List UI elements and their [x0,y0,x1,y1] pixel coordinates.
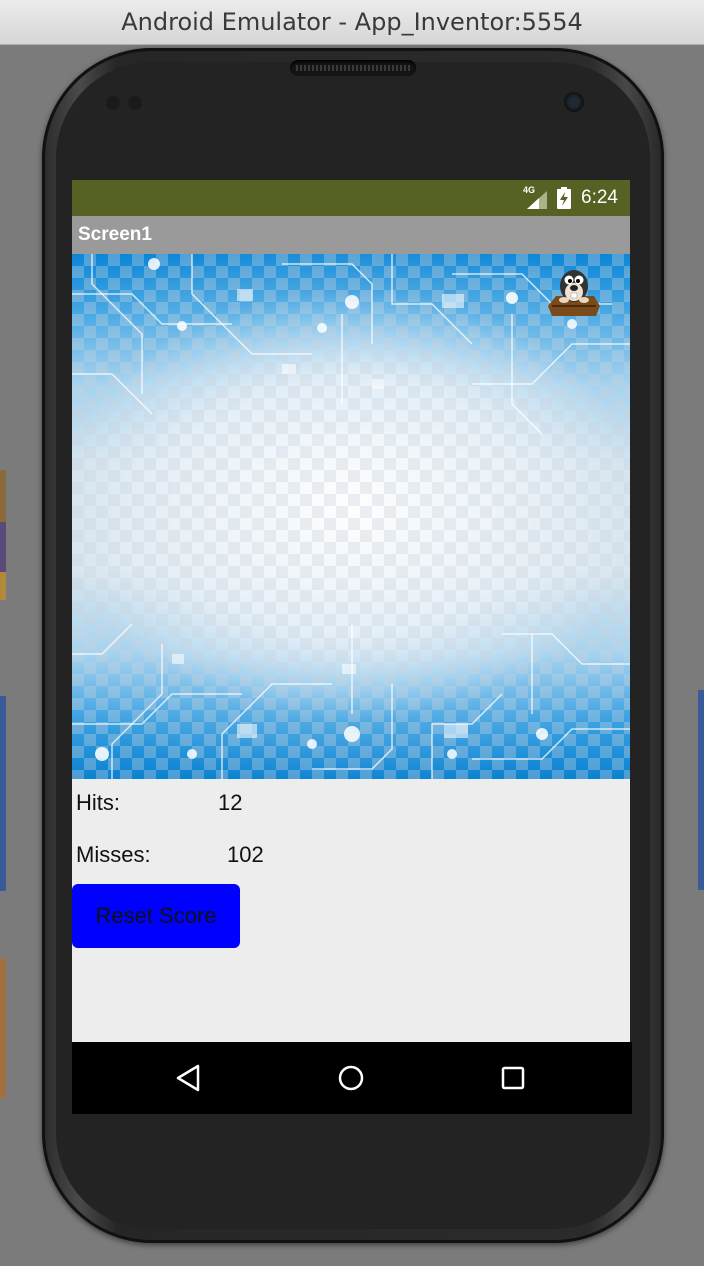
recents-square-icon[interactable] [497,1062,529,1094]
hits-row: Hits: 12 [76,790,242,816]
window-title: Android Emulator - App_Inventor:5554 [121,8,583,36]
reset-score-button[interactable]: Reset Score [72,884,240,948]
earpiece-speaker [290,60,416,76]
battery-charging-icon [557,187,572,209]
mole-sprite[interactable] [546,262,602,318]
light-sensor [128,96,142,110]
status-bar: 4G 6:24 [72,180,630,216]
misses-row: Misses: 102 [76,842,264,868]
device-screen: 4G 6:24 Screen1 Hits: 12 Misses: 102 Res… [72,180,630,1042]
back-triangle-icon[interactable] [172,1062,204,1094]
circuit-background-image [72,254,630,779]
hits-value: 12 [218,790,243,815]
navigation-bar [72,1042,632,1114]
proximity-sensor [106,96,120,110]
front-camera [564,92,584,112]
window-title-bar[interactable]: Android Emulator - App_Inventor:5554 [0,0,704,45]
home-circle-icon[interactable] [335,1062,367,1094]
signal-icon: 4G [523,185,549,209]
status-clock: 6:24 [581,187,618,208]
action-bar: Screen1 [72,216,630,254]
background-window-right [698,690,704,890]
misses-label: Misses: [76,842,151,867]
game-canvas[interactable] [72,254,630,779]
misses-value: 102 [227,842,264,867]
screen-title: Screen1 [78,224,152,245]
background-window-left [0,470,6,1100]
hits-label: Hits: [76,790,120,815]
